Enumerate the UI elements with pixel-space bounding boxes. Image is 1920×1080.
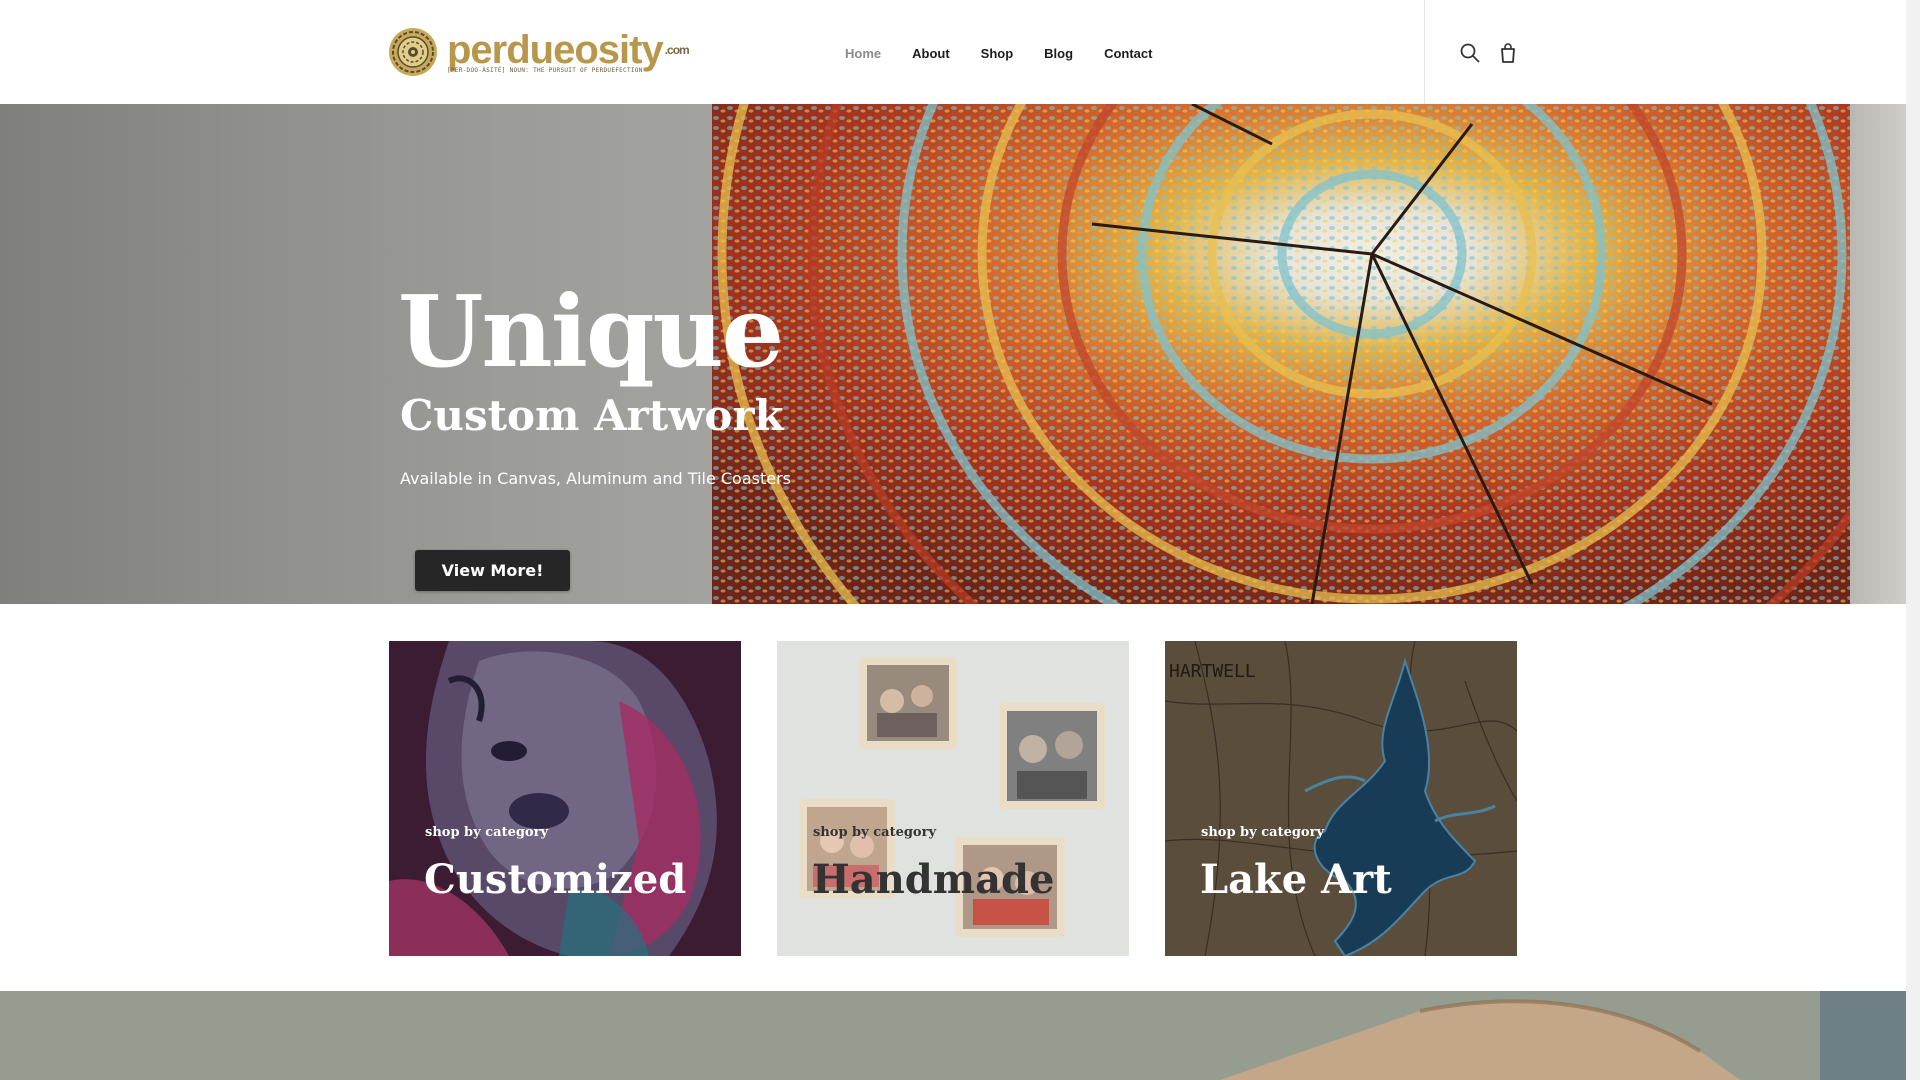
mandala-logo-icon: [389, 28, 437, 76]
tile-overlay: [777, 641, 1129, 956]
shopping-bag-icon[interactable]: [1497, 42, 1519, 64]
site-header: perdueosity .com [PER-DOO-ÀSITÉ] NOUN: TH…: [0, 0, 1906, 104]
tile-kicker: shop by category: [1201, 825, 1325, 840]
tile-overlay: [1165, 641, 1517, 956]
tile-title: Handmade: [812, 856, 1055, 903]
hero-banner: Unique Custom Artwork Available in Canva…: [0, 104, 1906, 604]
search-icon[interactable]: [1459, 42, 1481, 64]
tile-overlay: [389, 641, 741, 956]
category-tile-customized[interactable]: shop by category Customized: [389, 641, 741, 956]
tile-kicker: shop by category: [425, 825, 549, 840]
header-divider: [1424, 0, 1425, 104]
tree-ring-painting-image: [712, 104, 1852, 604]
nav-item-about[interactable]: About: [912, 46, 950, 61]
hero-description: Available in Canvas, Aluminum and Tile C…: [400, 469, 792, 488]
logo-suffix: .com: [664, 43, 690, 57]
category-tiles: shop by category Customized shop by cate…: [389, 641, 1517, 956]
nav-item-shop[interactable]: Shop: [981, 46, 1014, 61]
logo-name: perdueosity: [447, 28, 664, 72]
view-more-button[interactable]: View More!: [415, 550, 570, 591]
category-tile-lake-art[interactable]: HARTWELL shop by category Lake Art: [1165, 641, 1517, 956]
tile-title: Customized: [424, 856, 687, 903]
nav-item-home[interactable]: Home: [845, 46, 881, 61]
category-tile-handmade[interactable]: shop by category Handmade: [777, 641, 1129, 956]
tile-kicker: shop by category: [813, 825, 937, 840]
logo-text: perdueosity .com [PER-DOO-ÀSITÉ] NOUN: TH…: [447, 28, 690, 74]
page-scrollbar[interactable]: [1906, 0, 1920, 1080]
hero-wall-right: [1850, 104, 1906, 604]
main-nav: Home About Shop Blog Contact: [845, 46, 1183, 61]
hero-title: Unique: [398, 275, 784, 390]
tile-title: Lake Art: [1200, 856, 1392, 903]
bottom-feature-section: [0, 991, 1906, 1080]
hero-subtitle: Custom Artwork: [400, 391, 784, 440]
logo-wordmark: perdueosity .com: [447, 28, 690, 72]
site-logo[interactable]: perdueosity .com [PER-DOO-ÀSITÉ] NOUN: TH…: [387, 24, 690, 80]
nav-item-blog[interactable]: Blog: [1044, 46, 1073, 61]
wood-sign-image: [0, 991, 1906, 1080]
nav-item-contact[interactable]: Contact: [1104, 46, 1152, 61]
logo-tagline: [PER-DOO-ÀSITÉ] NOUN: THE PURSUIT OF PER…: [447, 67, 643, 74]
